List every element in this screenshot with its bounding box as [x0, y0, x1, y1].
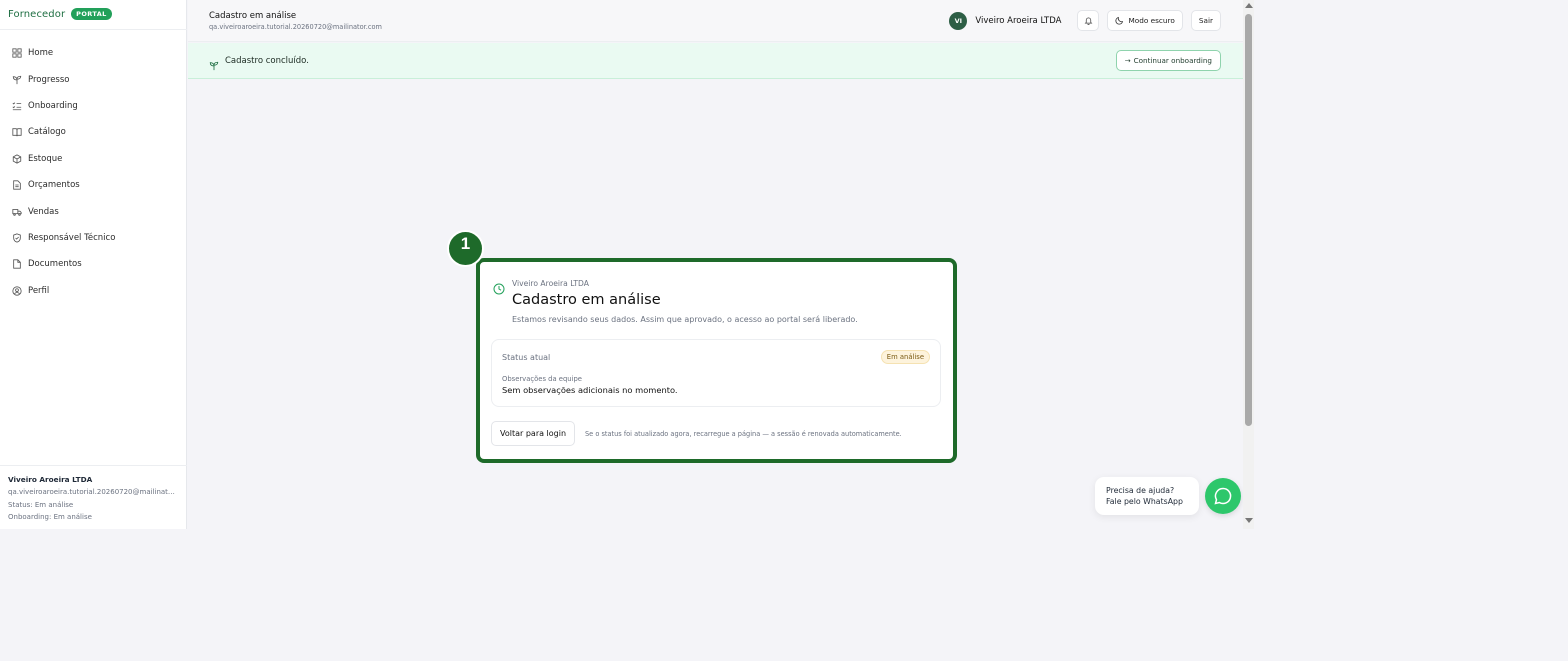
- portal-badge: PORTAL: [71, 8, 112, 20]
- moon-icon: [1115, 16, 1124, 25]
- sidebar-item-estoque[interactable]: Estoque: [0, 146, 187, 172]
- book-open-icon: [12, 127, 22, 137]
- sprout-icon: [209, 56, 219, 71]
- avatar[interactable]: VI: [949, 11, 968, 30]
- observations-label: Observações da equipe: [502, 375, 582, 383]
- card-company: Viveiro Aroeira LTDA: [512, 279, 589, 288]
- whatsapp-help-bubble[interactable]: Precisa de ajuda? Fale pelo WhatsApp: [1095, 477, 1199, 515]
- whatsapp-button[interactable]: [1205, 478, 1241, 514]
- package-icon: [12, 154, 22, 164]
- account-status: Status: Em análise: [8, 500, 74, 509]
- file-text-icon: [12, 180, 22, 190]
- card-description: Estamos revisando seus dados. Assim que …: [512, 315, 858, 324]
- refresh-hint: Se o status foi atualizado agora, recarr…: [585, 430, 902, 438]
- sidebar-item-home[interactable]: Home: [0, 40, 187, 66]
- sidebar-item-label: Onboarding: [28, 100, 78, 111]
- bell-icon: [1084, 17, 1093, 25]
- divider: [0, 29, 187, 30]
- observations-text: Sem observações adicionais no momento.: [502, 385, 678, 395]
- sidebar-item-label: Orçamentos: [28, 180, 80, 191]
- truck-icon: [12, 207, 22, 217]
- onboarding-banner: Cadastro concluído. → Continuar onboardi…: [188, 43, 1243, 79]
- sidebar-item-orcamentos[interactable]: Orçamentos: [0, 172, 187, 198]
- chat-bubble-icon: [1214, 487, 1232, 505]
- dark-mode-button[interactable]: Modo escuro: [1107, 10, 1183, 31]
- file-icon: [12, 259, 22, 269]
- sidebar-item-documentos[interactable]: Documentos: [0, 251, 187, 277]
- help-line: Precisa de ajuda?: [1106, 486, 1175, 495]
- scroll-down-arrow-icon[interactable]: [1245, 518, 1253, 523]
- account-email: qa.viveiroaroeira.tutorial.20260720@mail…: [8, 488, 179, 496]
- top-header: Cadastro em análise qa.viveiroaroeira.tu…: [188, 0, 1243, 42]
- status-panel: Status atual Em análise Observações da e…: [491, 339, 941, 407]
- sidebar-item-label: Estoque: [28, 153, 63, 164]
- arrow-right-icon: →: [1124, 56, 1131, 65]
- app-window: Fornecedor PORTAL Home Progresso Onboard…: [0, 0, 1254, 529]
- logout-button[interactable]: Sair: [1190, 10, 1221, 31]
- sidebar-item-onboarding[interactable]: Onboarding: [0, 93, 187, 119]
- header-actions: VI Viveiro Aroeira LTDA Modo escuro Sair: [949, 10, 1221, 31]
- sidebar-item-perfil[interactable]: Perfil: [0, 278, 187, 304]
- shield-check-icon: [12, 233, 22, 243]
- account-name: Viveiro Aroeira LTDA: [8, 475, 93, 484]
- page-title: Cadastro em análise: [209, 11, 297, 21]
- user-circle-icon: [12, 286, 22, 296]
- list-checks-icon: [12, 101, 22, 111]
- status-card: Viveiro Aroeira LTDA Cadastro em análise…: [476, 258, 957, 463]
- whatsapp-line: Fale pelo WhatsApp: [1106, 497, 1183, 506]
- status-label: Status atual: [502, 353, 551, 362]
- brand-name: Fornecedor: [8, 8, 66, 20]
- status-badge: Em análise: [880, 350, 930, 364]
- sidebar: Fornecedor PORTAL Home Progresso Onboard…: [0, 0, 187, 529]
- page-subtitle: qa.viveiroaroeira.tutorial.20260720@mail…: [209, 23, 382, 31]
- back-to-login-button[interactable]: Voltar para login: [491, 421, 576, 446]
- company-name: Viveiro Aroeira LTDA: [975, 15, 1062, 26]
- sidebar-item-label: Responsável Técnico: [28, 232, 116, 243]
- sidebar-nav: Home Progresso Onboarding Catálogo Estoq…: [0, 40, 187, 304]
- notifications-button[interactable]: [1077, 10, 1100, 31]
- clock-icon: [493, 280, 505, 295]
- banner-message: Cadastro concluído.: [225, 56, 309, 66]
- sidebar-item-catalogo[interactable]: Catálogo: [0, 119, 187, 145]
- dark-mode-label: Modo escuro: [1128, 16, 1175, 25]
- sidebar-item-label: Perfil: [28, 285, 50, 296]
- continue-onboarding-button[interactable]: → Continuar onboarding: [1115, 50, 1221, 71]
- sidebar-item-label: Documentos: [28, 259, 82, 270]
- sidebar-item-label: Vendas: [28, 206, 59, 217]
- sidebar-footer: Viveiro Aroeira LTDA qa.viveiroaroeira.t…: [0, 465, 187, 529]
- account-onboarding: Onboarding: Em análise: [8, 513, 92, 521]
- sidebar-item-responsavel-tecnico[interactable]: Responsável Técnico: [0, 225, 187, 251]
- sidebar-item-vendas[interactable]: Vendas: [0, 198, 187, 224]
- page-scrollbar[interactable]: [1243, 0, 1254, 529]
- sidebar-item-label: Home: [28, 48, 54, 59]
- continue-onboarding-label: Continuar onboarding: [1133, 56, 1212, 65]
- scroll-up-arrow-icon[interactable]: [1245, 3, 1253, 8]
- sidebar-item-label: Catálogo: [28, 127, 66, 138]
- scrollbar-thumb[interactable]: [1245, 14, 1252, 426]
- brand[interactable]: Fornecedor PORTAL: [8, 8, 112, 20]
- grid-icon: [12, 48, 22, 58]
- sidebar-item-progresso[interactable]: Progresso: [0, 66, 187, 92]
- card-title: Cadastro em análise: [512, 292, 661, 308]
- sprout-icon: [12, 75, 22, 85]
- sidebar-item-label: Progresso: [28, 74, 70, 85]
- step-marker: 1: [447, 230, 484, 267]
